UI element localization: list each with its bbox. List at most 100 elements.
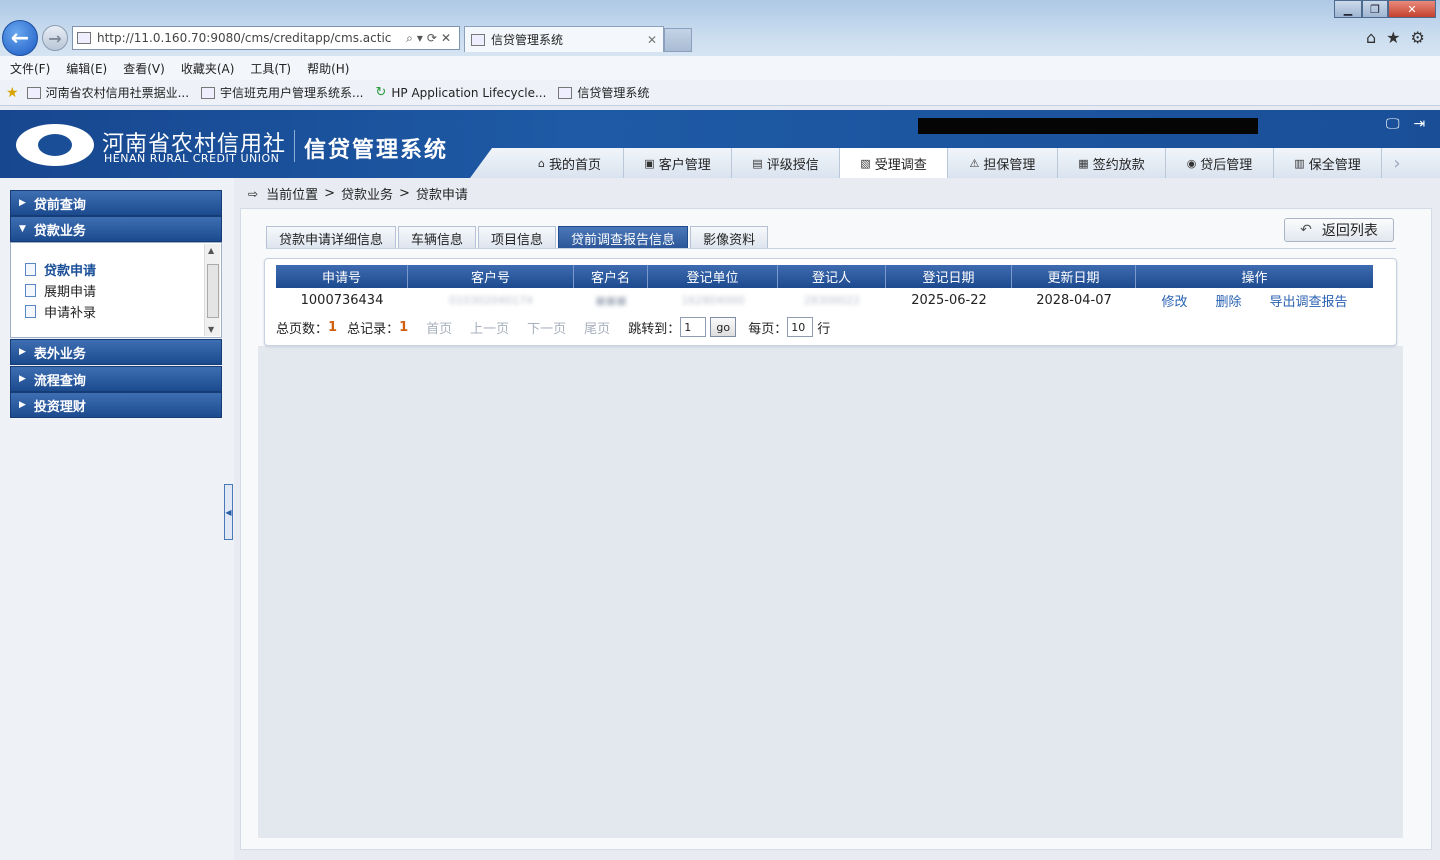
chevron-right-icon[interactable]: › bbox=[1382, 148, 1412, 178]
forward-button[interactable]: → bbox=[42, 25, 68, 51]
favorite-item[interactable]: 宇信班克用户管理系统系... bbox=[201, 84, 363, 101]
tab-page-icon bbox=[471, 33, 485, 46]
browser-right-icons: ⌂ ★ ⚙ bbox=[1366, 28, 1425, 47]
favorites-add-icon[interactable]: ★ bbox=[6, 85, 19, 101]
per-page-unit: 行 bbox=[817, 321, 831, 337]
go-button[interactable]: go bbox=[710, 317, 737, 337]
menu-help[interactable]: 帮助(H) bbox=[307, 60, 349, 77]
col-reg-date: 登记日期 bbox=[886, 265, 1012, 288]
prev-page-link[interactable]: 上一页 bbox=[470, 318, 509, 337]
window-close-button[interactable]: ✕ bbox=[1388, 0, 1436, 18]
total-pages-label: 总页数： bbox=[276, 321, 329, 337]
breadcrumb-level2: 贷款申请 bbox=[415, 188, 468, 203]
tab-survey-report[interactable]: 贷前调查报告信息 bbox=[558, 226, 689, 249]
sidebar-collapse-handle[interactable]: ◀ bbox=[224, 484, 233, 540]
refresh-loop-icon: ↻ bbox=[375, 85, 387, 100]
menu-edit[interactable]: 编辑(E) bbox=[66, 60, 107, 77]
gear-icon[interactable]: ⚙ bbox=[1411, 28, 1425, 47]
sidebar-subitems: 贷款申请 展期申请 申请补录 ▲ ▼ bbox=[10, 242, 222, 338]
back-button[interactable]: ← bbox=[2, 20, 38, 56]
breadcrumb-separator: > bbox=[399, 186, 410, 201]
sidebar-item-extension[interactable]: 展期申请 bbox=[11, 280, 221, 301]
address-url[interactable]: http://11.0.160.70:9080/cms/creditapp/cm… bbox=[97, 31, 402, 45]
cell-reg-unit: 162804000 bbox=[681, 293, 745, 307]
nav-item-home[interactable]: ⌂ 我的首页 bbox=[516, 148, 624, 178]
total-records-label: 总记录： bbox=[347, 321, 400, 337]
menu-file[interactable]: 文件(F) bbox=[10, 60, 50, 77]
col-reg-unit: 登记单位 bbox=[648, 265, 778, 288]
sidebar-item-loan-apply[interactable]: 贷款申请 bbox=[11, 259, 221, 280]
new-tab-button[interactable] bbox=[664, 28, 692, 52]
favorite-item[interactable]: 河南省农村信用社票据业... bbox=[26, 84, 190, 101]
favorite-label: 河南省农村信用社票据业... bbox=[45, 86, 190, 100]
favorite-label: 宇信班克用户管理系统系... bbox=[220, 86, 364, 100]
content-empty-area bbox=[258, 346, 1403, 838]
logo-divider bbox=[294, 130, 295, 162]
nav-item-postloan[interactable]: ◉ 贷后管理 bbox=[1166, 148, 1274, 178]
sidebar-group-process[interactable]: ▶ 流程查询 bbox=[10, 366, 222, 392]
nav-label: 评级授信 bbox=[766, 157, 819, 173]
nav-item-guarantee[interactable]: ⚠ 担保管理 bbox=[948, 148, 1058, 178]
sidebar-group-label: 贷前查询 bbox=[33, 197, 86, 213]
tab-vehicle[interactable]: 车辆信息 bbox=[398, 226, 477, 249]
cell-customer-no: 010302040174 bbox=[449, 293, 533, 307]
edit-link[interactable]: 修改 bbox=[1161, 291, 1187, 310]
nav-item-rating[interactable]: ▤ 评级授信 bbox=[732, 148, 840, 178]
nav-label: 保全管理 bbox=[1308, 157, 1361, 173]
scroll-down-icon[interactable]: ▼ bbox=[208, 325, 214, 334]
next-page-link[interactable]: 下一页 bbox=[527, 318, 566, 337]
sidebar-group-preloan[interactable]: ▶ 贷前查询 bbox=[10, 190, 222, 216]
logout-icon[interactable]: ⇥ bbox=[1414, 116, 1426, 132]
window-maximize-button[interactable]: ❐ bbox=[1362, 0, 1388, 18]
jump-label: 跳转到： bbox=[628, 321, 681, 337]
favorites-star-icon[interactable]: ★ bbox=[1386, 28, 1400, 47]
favorite-label: HP Application Lifecycle... bbox=[391, 85, 547, 100]
caret-right-icon: ▶ bbox=[19, 400, 26, 410]
nav-item-preserve[interactable]: ▥ 保全管理 bbox=[1274, 148, 1382, 178]
nav-item-customer[interactable]: ▣ 客户管理 bbox=[624, 148, 732, 178]
first-page-link[interactable]: 首页 bbox=[426, 318, 452, 337]
page-icon bbox=[201, 86, 216, 99]
page-icon bbox=[558, 86, 573, 99]
export-report-link[interactable]: 导出调查报告 bbox=[1270, 291, 1348, 310]
tab-loan-detail[interactable]: 贷款申请详细信息 bbox=[266, 226, 397, 249]
menu-favorites[interactable]: 收藏夹(A) bbox=[181, 60, 235, 77]
postloan-icon: ◉ bbox=[1186, 156, 1197, 170]
nav-item-survey[interactable]: ▧ 受理调查 bbox=[840, 148, 948, 178]
nav-item-contract[interactable]: ▦ 签约放款 bbox=[1058, 148, 1166, 178]
sidebar-group-label: 投资理财 bbox=[33, 399, 86, 415]
sidebar-item-supplement[interactable]: 申请补录 bbox=[11, 301, 221, 322]
menu-tools[interactable]: 工具(T) bbox=[250, 60, 291, 77]
tab-close-icon[interactable]: ✕ bbox=[647, 33, 657, 47]
address-bar[interactable]: http://11.0.160.70:9080/cms/creditapp/cm… bbox=[72, 26, 460, 50]
menu-view[interactable]: 查看(V) bbox=[123, 60, 165, 77]
sidebar-scrollbar[interactable]: ▲ ▼ bbox=[204, 244, 220, 336]
breadcrumb-level1[interactable]: 贷款业务 bbox=[341, 184, 393, 203]
sidebar-group-loan[interactable]: ▼ 贷款业务 bbox=[10, 216, 222, 242]
per-page-label: 每页： bbox=[748, 321, 788, 337]
caret-right-icon: ▶ bbox=[19, 347, 26, 357]
jump-page-input[interactable]: 1 bbox=[680, 317, 707, 337]
scroll-thumb[interactable] bbox=[207, 264, 219, 318]
favorite-item[interactable]: ↻ HP Application Lifecycle... bbox=[375, 85, 546, 100]
window-minimize-button[interactable]: ▁ bbox=[1334, 0, 1362, 18]
tab-project[interactable]: 项目信息 bbox=[478, 226, 557, 249]
pagination: 总页数： 1 总记录： 1 首页 上一页 下一页 尾页 跳转到： 1 go 每页… bbox=[276, 316, 830, 338]
per-page-input[interactable]: 10 bbox=[787, 317, 814, 337]
cell-customer-name: ■■■ bbox=[595, 293, 627, 307]
home-icon[interactable]: ⌂ bbox=[1366, 28, 1376, 47]
sidebar-group-offbalance[interactable]: ▶ 表外业务 bbox=[10, 339, 222, 365]
monitor-icon[interactable]: 🖵 bbox=[1386, 116, 1400, 132]
last-page-link[interactable]: 尾页 bbox=[584, 318, 610, 337]
back-to-list-button[interactable]: ↶ 返回列表 bbox=[1284, 218, 1394, 242]
scroll-up-icon[interactable]: ▲ bbox=[208, 246, 214, 255]
browser-tab[interactable]: 信贷管理系统 ✕ bbox=[464, 26, 664, 52]
favorite-item[interactable]: 信贷管理系统 bbox=[558, 84, 649, 101]
address-tools-icon[interactable]: ⌕▾⟳✕ bbox=[402, 31, 459, 46]
cell-registrant: 28300022 bbox=[804, 293, 860, 307]
sidebar-group-invest[interactable]: ▶ 投资理财 bbox=[10, 392, 222, 418]
nav-label: 客户管理 bbox=[658, 157, 711, 173]
tab-images[interactable]: 影像资料 bbox=[690, 226, 769, 249]
delete-link[interactable]: 删除 bbox=[1215, 291, 1241, 310]
sidebar-item-label: 展期申请 bbox=[44, 285, 97, 300]
